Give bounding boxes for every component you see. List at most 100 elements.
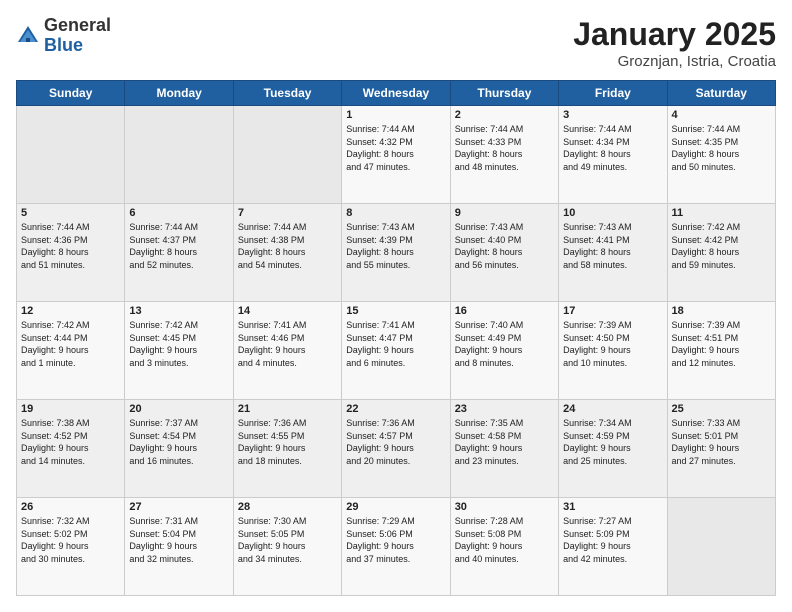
calendar-cell: 26 Sunrise: 7:32 AM Sunset: 5:02 PM Dayli… (17, 498, 125, 596)
day-info: Sunrise: 7:44 AM Sunset: 4:37 PM Dayligh… (129, 221, 228, 271)
day-info: Sunrise: 7:44 AM Sunset: 4:34 PM Dayligh… (563, 123, 662, 173)
day-info: Sunrise: 7:36 AM Sunset: 4:57 PM Dayligh… (346, 417, 445, 467)
day-info: Sunrise: 7:34 AM Sunset: 4:59 PM Dayligh… (563, 417, 662, 467)
day-number: 27 (129, 501, 228, 513)
calendar-cell: 20Sunrise: 7:37 AM Sunset: 4:54 PM Dayli… (125, 400, 233, 498)
calendar-cell: 30 Sunrise: 7:28 AM Sunset: 5:08 PM Dayli… (450, 498, 558, 596)
day-info: Sunrise: 7:43 AM Sunset: 4:40 PM Dayligh… (455, 221, 554, 271)
calendar-cell: 5Sunrise: 7:44 AM Sunset: 4:36 PM Daylig… (17, 204, 125, 302)
calendar-cell (125, 106, 233, 204)
day-number: 26 (21, 501, 120, 513)
day-info: Sunrise: 7:43 AM Sunset: 4:41 PM Dayligh… (563, 221, 662, 271)
day-info: Sunrise: 7:43 AM Sunset: 4:39 PM Dayligh… (346, 221, 445, 271)
calendar-cell: 10 Sunrise: 7:43 AM Sunset: 4:41 PM Dayli… (559, 204, 667, 302)
day-number: 23 (455, 403, 554, 415)
week-row-2: 12Sunrise: 7:42 AM Sunset: 4:44 PM Dayli… (17, 302, 776, 400)
calendar-table: SundayMondayTuesdayWednesdayThursdayFrid… (16, 80, 776, 596)
month-title: January 2025 (573, 16, 776, 53)
day-info: Sunrise: 7:28 AM Sunset: 5:08 PM Dayligh… (455, 515, 554, 565)
calendar-cell: 13 Sunrise: 7:42 AM Sunset: 4:45 PM Dayli… (125, 302, 233, 400)
day-number: 22 (346, 403, 445, 415)
day-number: 12 (21, 305, 120, 317)
day-number: 8 (346, 207, 445, 219)
header-wednesday: Wednesday (342, 81, 450, 106)
week-row-4: 26 Sunrise: 7:32 AM Sunset: 5:02 PM Dayli… (17, 498, 776, 596)
week-row-3: 19 Sunrise: 7:38 AM Sunset: 4:52 PM Dayli… (17, 400, 776, 498)
day-info: Sunrise: 7:42 AM Sunset: 4:42 PM Dayligh… (672, 221, 771, 271)
header-saturday: Saturday (667, 81, 775, 106)
calendar-cell: 31Sunrise: 7:27 AM Sunset: 5:09 PM Dayli… (559, 498, 667, 596)
calendar-cell: 23 Sunrise: 7:35 AM Sunset: 4:58 PM Dayli… (450, 400, 558, 498)
week-row-0: 1 Sunrise: 7:44 AM Sunset: 4:32 PM Daylig… (17, 106, 776, 204)
calendar-cell (17, 106, 125, 204)
page: General Blue January 2025 Groznjan, Istr… (0, 0, 792, 612)
day-number: 1 (346, 109, 445, 121)
header-sunday: Sunday (17, 81, 125, 106)
day-info: Sunrise: 7:42 AM Sunset: 4:45 PM Dayligh… (129, 319, 228, 369)
day-info: Sunrise: 7:35 AM Sunset: 4:58 PM Dayligh… (455, 417, 554, 467)
calendar-cell: 15 Sunrise: 7:41 AM Sunset: 4:47 PM Dayli… (342, 302, 450, 400)
calendar-cell: 18 Sunrise: 7:39 AM Sunset: 4:51 PM Dayli… (667, 302, 775, 400)
day-number: 14 (238, 305, 337, 317)
calendar-cell: 25 Sunrise: 7:33 AM Sunset: 5:01 PM Dayli… (667, 400, 775, 498)
day-number: 19 (21, 403, 120, 415)
day-number: 6 (129, 207, 228, 219)
calendar-cell: 9 Sunrise: 7:43 AM Sunset: 4:40 PM Daylig… (450, 204, 558, 302)
day-number: 21 (238, 403, 337, 415)
logo-general-text: General (44, 16, 111, 36)
header-monday: Monday (125, 81, 233, 106)
location: Groznjan, Istria, Croatia (573, 53, 776, 70)
day-info: Sunrise: 7:29 AM Sunset: 5:06 PM Dayligh… (346, 515, 445, 565)
day-info: Sunrise: 7:32 AM Sunset: 5:02 PM Dayligh… (21, 515, 120, 565)
day-number: 28 (238, 501, 337, 513)
day-number: 20 (129, 403, 228, 415)
day-number: 10 (563, 207, 662, 219)
day-info: Sunrise: 7:31 AM Sunset: 5:04 PM Dayligh… (129, 515, 228, 565)
day-info: Sunrise: 7:33 AM Sunset: 5:01 PM Dayligh… (672, 417, 771, 467)
calendar-cell: 27 Sunrise: 7:31 AM Sunset: 5:04 PM Dayli… (125, 498, 233, 596)
logo: General Blue (16, 16, 111, 56)
calendar-cell: 3 Sunrise: 7:44 AM Sunset: 4:34 PM Daylig… (559, 106, 667, 204)
day-number: 16 (455, 305, 554, 317)
calendar-cell: 14Sunrise: 7:41 AM Sunset: 4:46 PM Dayli… (233, 302, 341, 400)
header-row: SundayMondayTuesdayWednesdayThursdayFrid… (17, 81, 776, 106)
calendar-cell: 17Sunrise: 7:39 AM Sunset: 4:50 PM Dayli… (559, 302, 667, 400)
day-number: 4 (672, 109, 771, 121)
week-row-1: 5Sunrise: 7:44 AM Sunset: 4:36 PM Daylig… (17, 204, 776, 302)
day-number: 3 (563, 109, 662, 121)
day-info: Sunrise: 7:30 AM Sunset: 5:05 PM Dayligh… (238, 515, 337, 565)
calendar-cell: 7 Sunrise: 7:44 AM Sunset: 4:38 PM Daylig… (233, 204, 341, 302)
day-info: Sunrise: 7:44 AM Sunset: 4:38 PM Dayligh… (238, 221, 337, 271)
day-number: 13 (129, 305, 228, 317)
calendar-cell: 4 Sunrise: 7:44 AM Sunset: 4:35 PM Daylig… (667, 106, 775, 204)
day-number: 15 (346, 305, 445, 317)
day-info: Sunrise: 7:44 AM Sunset: 4:36 PM Dayligh… (21, 221, 120, 271)
day-info: Sunrise: 7:40 AM Sunset: 4:49 PM Dayligh… (455, 319, 554, 369)
title-section: January 2025 Groznjan, Istria, Croatia (573, 16, 776, 70)
calendar-cell (667, 498, 775, 596)
day-info: Sunrise: 7:39 AM Sunset: 4:51 PM Dayligh… (672, 319, 771, 369)
day-info: Sunrise: 7:44 AM Sunset: 4:33 PM Dayligh… (455, 123, 554, 173)
day-info: Sunrise: 7:44 AM Sunset: 4:32 PM Dayligh… (346, 123, 445, 173)
header-thursday: Thursday (450, 81, 558, 106)
day-number: 7 (238, 207, 337, 219)
calendar-cell: 11 Sunrise: 7:42 AM Sunset: 4:42 PM Dayli… (667, 204, 775, 302)
day-number: 18 (672, 305, 771, 317)
calendar-cell: 22 Sunrise: 7:36 AM Sunset: 4:57 PM Dayli… (342, 400, 450, 498)
day-info: Sunrise: 7:38 AM Sunset: 4:52 PM Dayligh… (21, 417, 120, 467)
day-number: 24 (563, 403, 662, 415)
day-number: 11 (672, 207, 771, 219)
calendar-cell: 16 Sunrise: 7:40 AM Sunset: 4:49 PM Dayli… (450, 302, 558, 400)
calendar-cell: 12Sunrise: 7:42 AM Sunset: 4:44 PM Dayli… (17, 302, 125, 400)
day-number: 30 (455, 501, 554, 513)
day-info: Sunrise: 7:44 AM Sunset: 4:35 PM Dayligh… (672, 123, 771, 173)
day-number: 25 (672, 403, 771, 415)
calendar-cell: 2Sunrise: 7:44 AM Sunset: 4:33 PM Daylig… (450, 106, 558, 204)
logo-text: General Blue (44, 16, 111, 56)
header-tuesday: Tuesday (233, 81, 341, 106)
header: General Blue January 2025 Groznjan, Istr… (16, 16, 776, 70)
calendar-cell: 21Sunrise: 7:36 AM Sunset: 4:55 PM Dayli… (233, 400, 341, 498)
day-number: 9 (455, 207, 554, 219)
day-number: 31 (563, 501, 662, 513)
day-info: Sunrise: 7:41 AM Sunset: 4:47 PM Dayligh… (346, 319, 445, 369)
